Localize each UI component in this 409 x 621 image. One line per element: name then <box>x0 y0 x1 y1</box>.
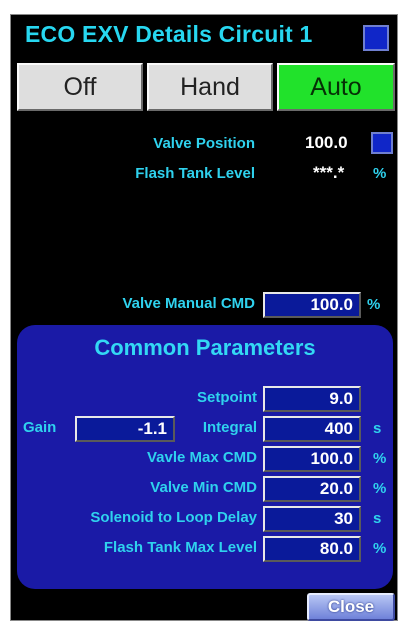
flash-tank-level-unit: % <box>373 165 387 182</box>
valve-manual-cmd-field[interactable]: 100.0 <box>263 292 361 318</box>
valve-manual-cmd-label: Valve Manual CMD <box>122 295 255 312</box>
min-cmd-label: Valve Min CMD <box>150 479 257 496</box>
integral-field[interactable]: 400 <box>263 416 361 442</box>
common-parameters-title: Common Parameters <box>94 335 316 360</box>
max-cmd-field[interactable]: 100.0 <box>263 446 361 472</box>
valve-position-label: Valve Position <box>153 135 255 152</box>
flash-tank-level-value: ***.* <box>313 163 345 182</box>
hand-button[interactable]: Hand <box>147 63 273 111</box>
page-title: ECO EXV Details Circuit 1 <box>25 21 313 47</box>
flash-tank-level-label: Flash Tank Level <box>135 165 255 182</box>
solenoid-delay-unit: s <box>373 510 382 527</box>
common-parameters-section: Common Parameters Setpoint 9.0 Gain -1.1… <box>17 325 393 589</box>
valve-position-square[interactable] <box>371 132 393 154</box>
gain-label: Gain <box>23 419 57 436</box>
gain-field[interactable]: -1.1 <box>75 416 175 442</box>
min-cmd-field[interactable]: 20.0 <box>263 476 361 502</box>
off-button[interactable]: Off <box>17 63 143 111</box>
valve-manual-cmd-unit: % <box>367 296 381 313</box>
auto-button[interactable]: Auto <box>277 63 395 111</box>
integral-label: Integral <box>202 419 257 436</box>
setpoint-field[interactable]: 9.0 <box>263 386 361 412</box>
valve-position-value: 100.0 <box>305 133 348 152</box>
integral-unit: s <box>373 420 382 437</box>
max-cmd-unit: % <box>373 450 387 467</box>
min-cmd-unit: % <box>373 480 387 497</box>
solenoid-delay-label: Solenoid to Loop Delay <box>90 509 257 526</box>
max-cmd-label: Vavle Max CMD <box>146 449 257 466</box>
flash-tank-max-field[interactable]: 80.0 <box>263 536 361 562</box>
flash-tank-max-unit: % <box>373 540 387 557</box>
solenoid-delay-field[interactable]: 30 <box>263 506 361 532</box>
header-status-square[interactable] <box>363 25 389 51</box>
close-button[interactable]: Close <box>307 593 395 621</box>
eco-exv-details-panel: ECO EXV Details Circuit 1 Off Hand Auto … <box>10 14 398 621</box>
setpoint-label: Setpoint <box>197 389 257 406</box>
flash-tank-max-label: Flash Tank Max Level <box>103 539 257 556</box>
